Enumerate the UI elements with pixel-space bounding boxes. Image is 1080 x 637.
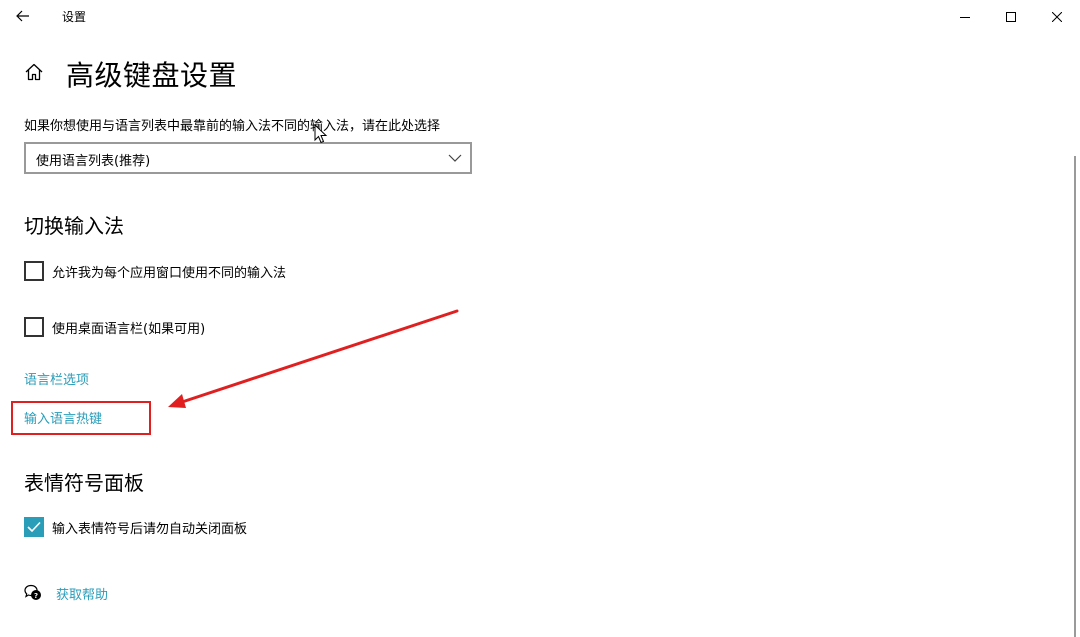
- back-arrow-icon: [16, 7, 30, 26]
- per-app-input-label: 允许我为每个应用窗口使用不同的输入法: [52, 266, 287, 281]
- home-button[interactable]: [22, 62, 46, 86]
- close-icon: [1051, 7, 1063, 26]
- annotation-arrow: [168, 309, 459, 408]
- maximize-icon: [1006, 7, 1016, 26]
- home-icon: [24, 62, 44, 86]
- annotation-highlight-box: [11, 401, 151, 435]
- minimize-button[interactable]: [942, 0, 988, 32]
- mouse-cursor-icon: [314, 123, 328, 148]
- get-help-link[interactable]: 获取帮助: [56, 584, 108, 603]
- help-chat-icon: ?: [24, 583, 42, 605]
- chevron-down-icon: [448, 150, 462, 169]
- desktop-language-bar-checkbox[interactable]: [24, 317, 44, 337]
- close-button[interactable]: [1034, 0, 1080, 32]
- app-title: 设置: [62, 10, 87, 24]
- page-title: 高级键盘设置: [66, 59, 238, 92]
- language-bar-options-link[interactable]: 语言栏选项: [24, 369, 89, 388]
- svg-text:?: ?: [34, 592, 38, 600]
- maximize-button[interactable]: [988, 0, 1034, 32]
- title-bar: 设置: [0, 0, 1080, 32]
- per-app-input-checkbox[interactable]: [24, 261, 44, 281]
- keep-emoji-panel-open-checkbox[interactable]: [24, 517, 44, 537]
- scrollbar[interactable]: [1074, 156, 1076, 637]
- emoji-panel-section-title: 表情符号面板: [24, 471, 144, 495]
- back-button[interactable]: [0, 0, 46, 32]
- keep-emoji-panel-open-label: 输入表情符号后请勿自动关闭面板: [52, 522, 248, 537]
- minimize-icon: [960, 7, 970, 26]
- switch-input-section-title: 切换输入法: [24, 214, 124, 238]
- input-method-dropdown[interactable]: 使用语言列表(推荐): [24, 142, 472, 174]
- checkmark-icon: [27, 518, 41, 537]
- dropdown-selected-value: 使用语言列表(推荐): [36, 154, 151, 169]
- input-method-description: 如果你想使用与语言列表中最靠前的输入法不同的输入法，请在此处选择: [24, 119, 441, 134]
